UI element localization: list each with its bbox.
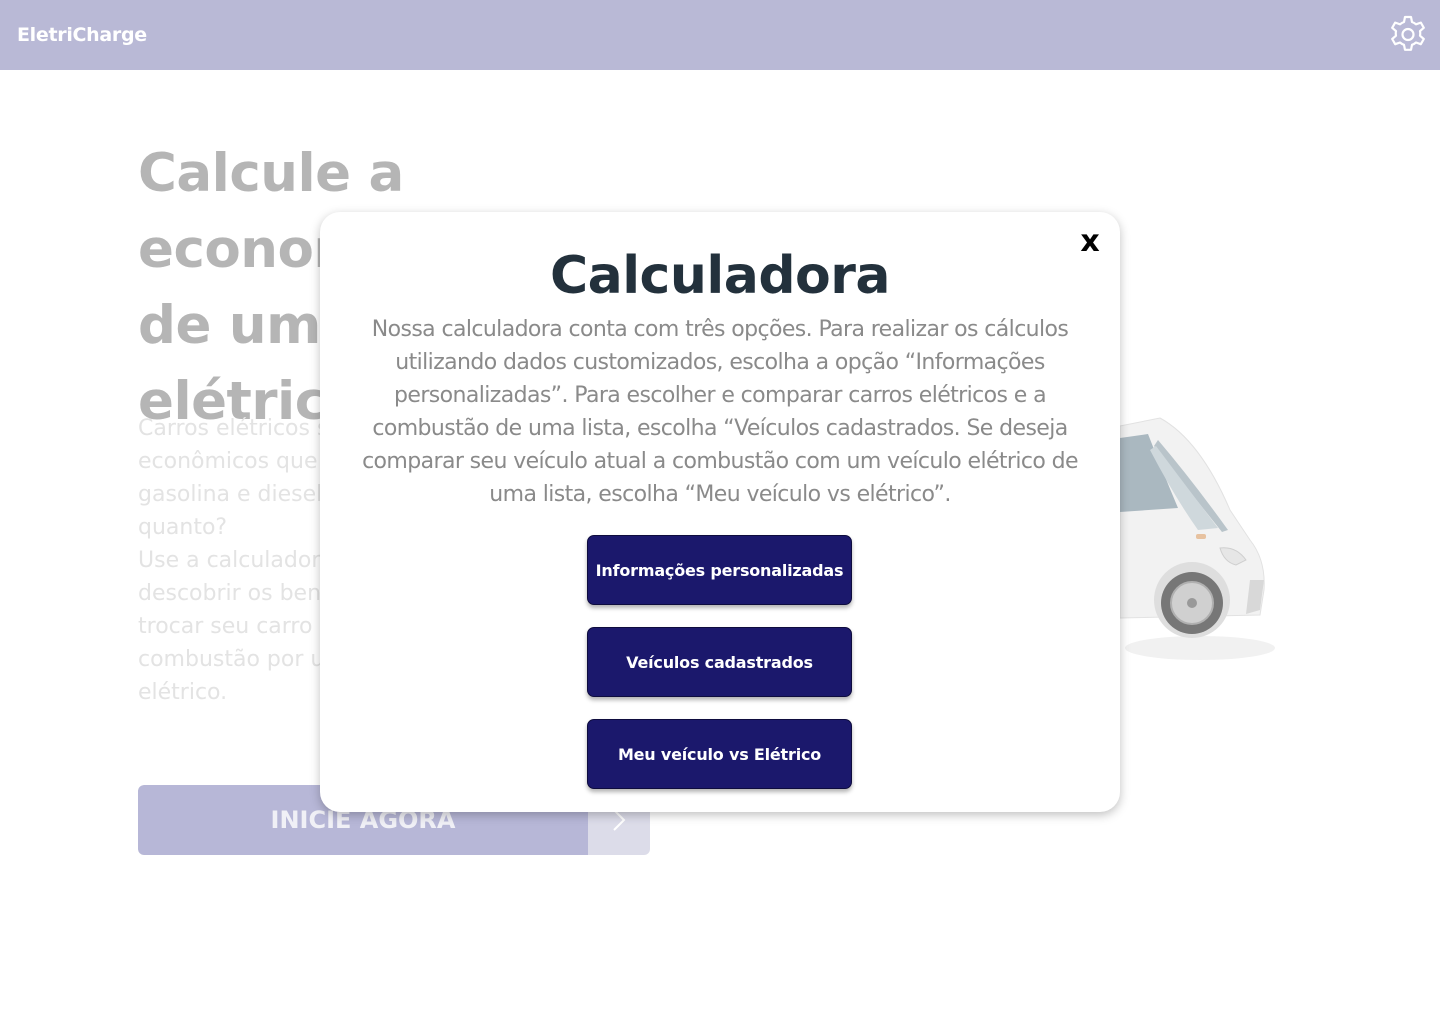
page: EletriCharge Calcule a economia de um ca… <box>0 0 1440 1024</box>
electric-car-image <box>1100 400 1280 700</box>
top-bar: EletriCharge <box>0 0 1440 70</box>
custom-info-button[interactable]: Informações personalizadas <box>587 535 852 605</box>
custom-info-label: Informações personalizadas <box>595 560 844 580</box>
registered-vehicles-label: Veículos cadastrados <box>626 652 813 672</box>
my-vehicle-vs-electric-button[interactable]: Meu veículo vs Elétrico <box>587 719 852 789</box>
modal-title: Calculadora <box>549 246 891 306</box>
calculator-modal: x Calculadora Nossa calculadora conta co… <box>320 212 1120 812</box>
modal-description: Nossa calculadora conta com três opções.… <box>362 317 1078 507</box>
gear-icon[interactable] <box>1388 14 1428 54</box>
registered-vehicles-button[interactable]: Veículos cadastrados <box>587 627 852 697</box>
app-logo[interactable]: EletriCharge <box>17 24 147 46</box>
my-vehicle-vs-electric-label: Meu veículo vs Elétrico <box>617 744 822 764</box>
